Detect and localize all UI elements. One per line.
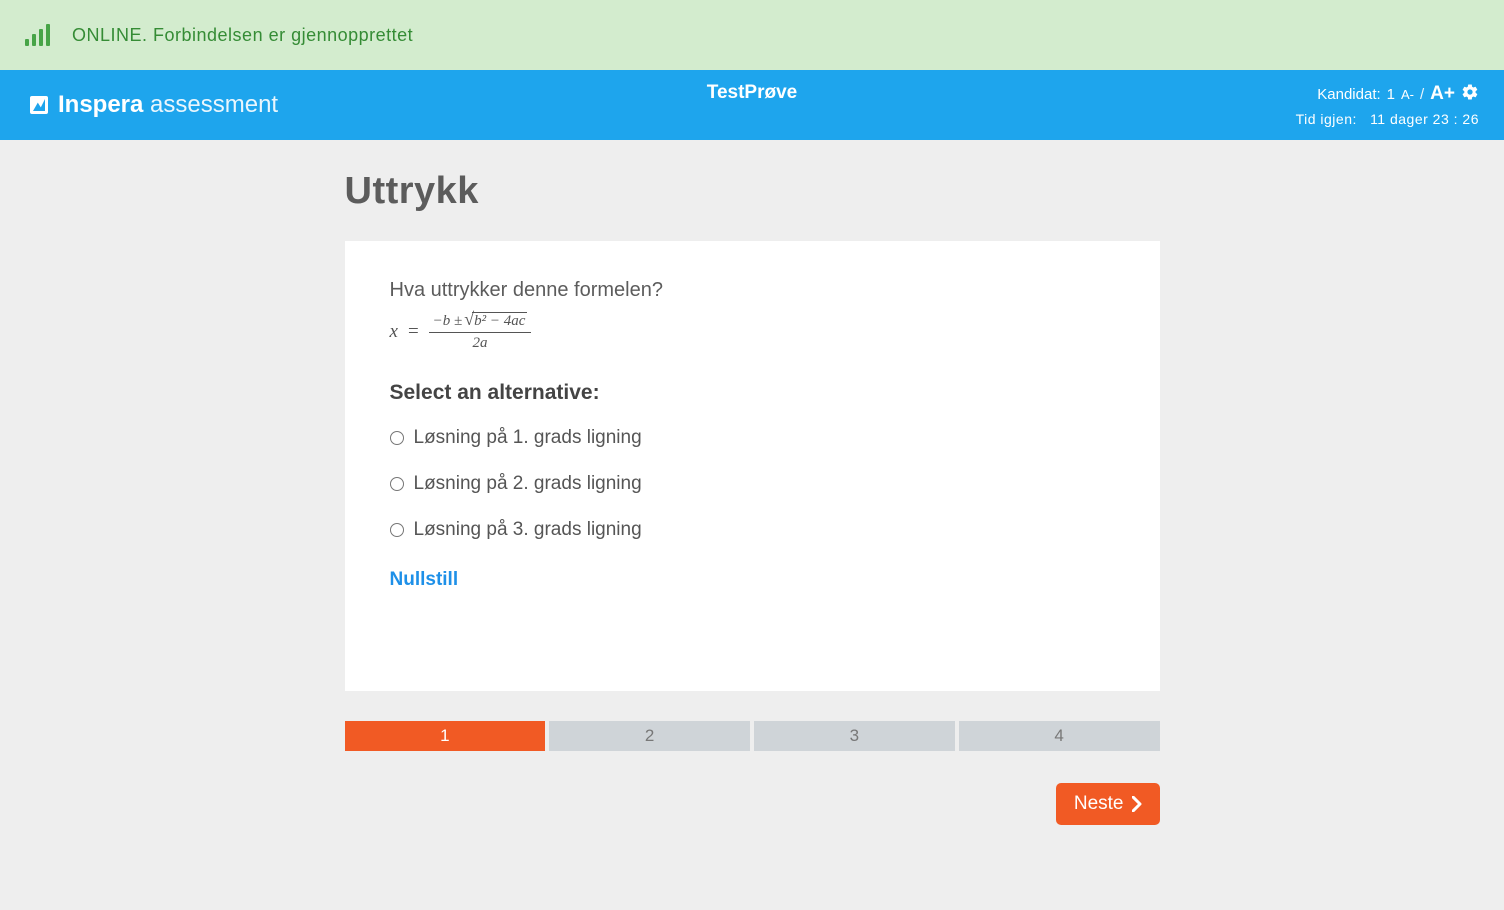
font-separator: / [1420,86,1424,103]
alternative-option[interactable]: Løsning på 3. grads ligning [390,519,1115,541]
next-button[interactable]: Neste [1056,783,1160,825]
select-alternative-heading: Select an alternative: [390,381,1115,405]
formula-fraction: −b ± √ b² − 4ac 2a [429,312,532,351]
signal-icon [25,24,50,46]
formula-sqrt: √ b² − 4ac [464,312,527,330]
reset-button[interactable]: Nullstill [390,569,459,591]
connection-status-text: ONLINE. Forbindelsen er gjennopprettet [72,25,413,46]
question-pager: 1 2 3 4 [345,721,1160,751]
time-remaining-value: 11 dager 23 : 26 [1370,111,1479,127]
settings-button[interactable] [1461,83,1479,105]
candidate-label: Kandidat: [1317,86,1380,103]
pager-page-4[interactable]: 4 [959,721,1160,751]
alternative-label: Løsning på 3. grads ligning [414,519,642,541]
brand-name-light: assessment [143,91,278,118]
alternative-radio[interactable] [390,431,404,445]
pager-page-2[interactable]: 2 [549,721,750,751]
alternative-radio[interactable] [390,523,404,537]
action-row: Neste [345,783,1160,825]
alternative-option[interactable]: Løsning på 1. grads ligning [390,427,1115,449]
alternative-radio[interactable] [390,477,404,491]
formula-lhs: x [390,321,398,343]
page-title: Uttrykk [345,170,1160,213]
pager-page-3[interactable]: 3 [754,721,955,751]
page-content: Uttrykk Hva uttrykker denne formelen? x … [345,140,1160,865]
chevron-right-icon [1132,796,1142,812]
formula-numerator: −b ± √ b² − 4ac [429,312,532,333]
brand-logo: Inspera assessment [30,70,278,140]
header-right-info: Kandidat: 1 A- / A+ Tid igjen: 11 dager … [1296,70,1479,140]
brand-name-bold: Inspera [58,91,143,118]
time-remaining-label: Tid igjen: [1296,111,1357,127]
gear-icon [1461,83,1479,101]
formula-denominator: 2a [473,333,488,352]
alternative-option[interactable]: Løsning på 2. grads ligning [390,473,1115,495]
question-formula: x = −b ± √ b² − 4ac 2a [390,312,1115,351]
test-title: TestPrøve [707,82,797,104]
alternatives-list: Løsning på 1. grads ligning Løsning på 2… [390,427,1115,541]
next-button-label: Neste [1074,793,1124,815]
brand-mark-icon [30,96,48,114]
formula-equals: = [408,321,419,343]
app-header: Inspera assessment TestPrøve Kandidat: 1… [0,70,1504,140]
question-prompt: Hva uttrykker denne formelen? [390,279,1115,302]
alternative-label: Løsning på 1. grads ligning [414,427,642,449]
font-decrease-button[interactable]: A- [1401,87,1414,102]
pager-page-1[interactable]: 1 [345,721,546,751]
alternative-label: Løsning på 2. grads ligning [414,473,642,495]
font-increase-button[interactable]: A+ [1430,83,1455,105]
question-card: Hva uttrykker denne formelen? x = −b ± √… [345,241,1160,691]
connection-status-bar: ONLINE. Forbindelsen er gjennopprettet [0,0,1504,70]
candidate-id: 1 [1387,86,1395,103]
